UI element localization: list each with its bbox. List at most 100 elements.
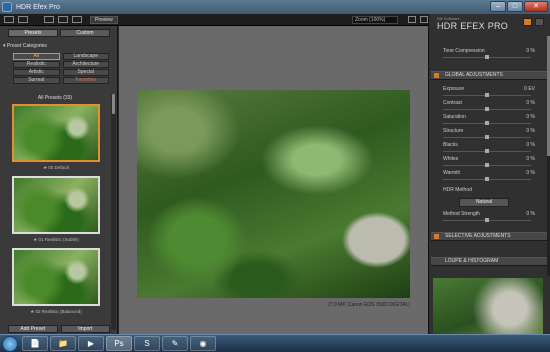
compare-icon[interactable] xyxy=(72,16,82,23)
hdr-method-label: HDR Method xyxy=(443,187,472,193)
photo-preview[interactable] xyxy=(137,90,410,298)
add-preset-button[interactable]: Add Preset xyxy=(8,325,58,333)
slider-label: Method Strength xyxy=(443,211,480,217)
global-adjustments-header[interactable]: GLOBAL ADJUSTMENTS xyxy=(431,71,547,80)
taskbar: 📄 📁 ▶ Ps S ✎ ◉ xyxy=(0,334,550,352)
category-artistic[interactable]: Artistic xyxy=(13,69,60,76)
close-button[interactable]: ✕ xyxy=(524,1,548,12)
side-by-side-icon[interactable] xyxy=(58,16,68,23)
category-favorites[interactable]: Favorites xyxy=(62,77,109,84)
single-view-icon[interactable] xyxy=(4,16,14,23)
category-realistic[interactable]: Realistic xyxy=(13,61,60,68)
enable-checkbox[interactable] xyxy=(434,73,439,78)
left-panel: Presets Custom ▾ Preset Categories All L… xyxy=(0,26,118,334)
slider-value: 0 % xyxy=(526,128,535,134)
tab-custom[interactable]: Custom xyxy=(60,29,110,37)
taskbar-photoshop-icon[interactable]: Ps xyxy=(106,336,132,351)
slider-value: 0 % xyxy=(526,142,535,148)
slider-method-strength[interactable]: Method Strength 0 % xyxy=(443,211,543,225)
settings-icon[interactable] xyxy=(523,18,532,26)
view-icon[interactable] xyxy=(408,16,416,23)
window-controls: – □ ✕ xyxy=(490,1,548,12)
category-special[interactable]: Special xyxy=(62,69,109,76)
zoom-select[interactable]: Zoom (100%) xyxy=(352,16,398,24)
image-canvas: (7.9 MP, Canon EOS 350D DIGITAL) xyxy=(119,26,428,334)
preset-thumbnail[interactable] xyxy=(12,104,100,162)
preset-tabs: Presets Custom xyxy=(8,29,110,37)
loupe-toggle-icon[interactable] xyxy=(420,16,428,23)
presets-scrollbar[interactable] xyxy=(111,94,116,330)
minimize-button[interactable]: – xyxy=(490,1,506,12)
slider-value: 0 % xyxy=(526,114,535,120)
import-button[interactable]: Import xyxy=(60,325,110,333)
slider-label: Saturation xyxy=(443,114,466,120)
section-title: LOUPE & HISTOGRAM xyxy=(445,258,499,264)
category-architecture[interactable]: Architecture xyxy=(62,61,109,68)
slider-warmth[interactable]: Warmth 0 % xyxy=(443,170,543,184)
slider-tone-compression[interactable]: Tone Compression 0 % xyxy=(443,48,543,62)
app-icon xyxy=(2,2,12,12)
taskbar-document-icon[interactable]: 📄 xyxy=(22,336,48,351)
slider-label: Exposure xyxy=(443,86,465,92)
category-surreal[interactable]: Surreal xyxy=(13,77,60,84)
category-all[interactable]: All xyxy=(13,53,60,60)
slider-label: Structure xyxy=(443,128,464,134)
slider-exposure[interactable]: Exposure 0 EV xyxy=(443,86,543,100)
loupe-preview[interactable] xyxy=(433,278,543,334)
category-landscape[interactable]: Landscape xyxy=(62,53,109,60)
split-view-icon[interactable] xyxy=(44,16,54,23)
brand-title: HDR EFEX PRO xyxy=(437,21,509,31)
preset-categories-heading[interactable]: ▾ Preset Categories xyxy=(3,43,47,49)
slider-value: 0 % xyxy=(526,48,535,54)
preset-categories-label: Preset Categories xyxy=(6,43,47,49)
window-title: HDR Efex Pro xyxy=(16,3,60,11)
slider-value: 0 % xyxy=(526,211,535,217)
slider-value: 0 % xyxy=(526,170,535,176)
slider-handle[interactable] xyxy=(485,55,489,59)
help-icon[interactable] xyxy=(535,18,544,26)
slider-handle[interactable] xyxy=(485,149,489,153)
slider-value: 0 % xyxy=(526,156,535,162)
preset-label: ★ 02 Realistic (Balanced) xyxy=(30,309,82,314)
slider-handle[interactable] xyxy=(485,177,489,181)
maximize-button[interactable]: □ xyxy=(507,1,523,12)
taskbar-browser-icon[interactable]: ◉ xyxy=(190,336,216,351)
slider-whites[interactable]: Whites 0 % xyxy=(443,156,543,170)
grid-view-icon[interactable] xyxy=(18,16,28,23)
brand-logo: Nik Software HDR EFEX PRO xyxy=(437,16,508,31)
slider-handle[interactable] xyxy=(485,107,489,111)
preset-thumbnail[interactable] xyxy=(12,248,100,306)
hdr-method-select[interactable]: Natural xyxy=(459,198,509,207)
slider-value: 0 EV xyxy=(524,86,535,92)
category-grid: All Landscape Realistic Architecture Art… xyxy=(13,53,109,84)
slider-label: Contrast xyxy=(443,100,462,106)
slider-structure[interactable]: Structure 0 % xyxy=(443,128,543,142)
taskbar-media-icon[interactable]: ▶ xyxy=(78,336,104,351)
taskbar-editor-icon[interactable]: ✎ xyxy=(162,336,188,351)
slider-label: Whites xyxy=(443,156,459,162)
start-button[interactable] xyxy=(2,336,18,352)
slider-contrast[interactable]: Contrast 0 % xyxy=(443,100,543,114)
slider-label: Tone Compression xyxy=(443,48,485,54)
tab-presets[interactable]: Presets xyxy=(8,29,58,37)
slider-handle[interactable] xyxy=(485,121,489,125)
slider-handle[interactable] xyxy=(485,93,489,97)
taskbar-explorer-icon[interactable]: 📁 xyxy=(50,336,76,351)
slider-blacks[interactable]: Blacks 0 % xyxy=(443,142,543,156)
section-title: GLOBAL ADJUSTMENTS xyxy=(445,72,503,78)
slider-handle[interactable] xyxy=(485,163,489,167)
loupe-histogram-header[interactable]: LOUPE & HISTOGRAM xyxy=(431,257,547,266)
slider-handle[interactable] xyxy=(485,218,489,222)
scrollbar-thumb[interactable] xyxy=(112,94,115,114)
all-presets-heading: All Presets (33) xyxy=(37,95,73,101)
preview-button[interactable]: Preview xyxy=(90,16,118,24)
slider-label: Blacks xyxy=(443,142,458,148)
slider-value: 0 % xyxy=(526,100,535,106)
slider-handle[interactable] xyxy=(485,135,489,139)
preset-thumbnail[interactable] xyxy=(12,176,100,234)
taskbar-skype-icon[interactable]: S xyxy=(134,336,160,351)
enable-checkbox[interactable] xyxy=(434,234,439,239)
selective-adjustments-header[interactable]: SELECTIVE ADJUSTMENTS xyxy=(431,232,547,241)
preset-label: ★ 00 Default xyxy=(43,165,69,170)
slider-saturation[interactable]: Saturation 0 % xyxy=(443,114,543,128)
